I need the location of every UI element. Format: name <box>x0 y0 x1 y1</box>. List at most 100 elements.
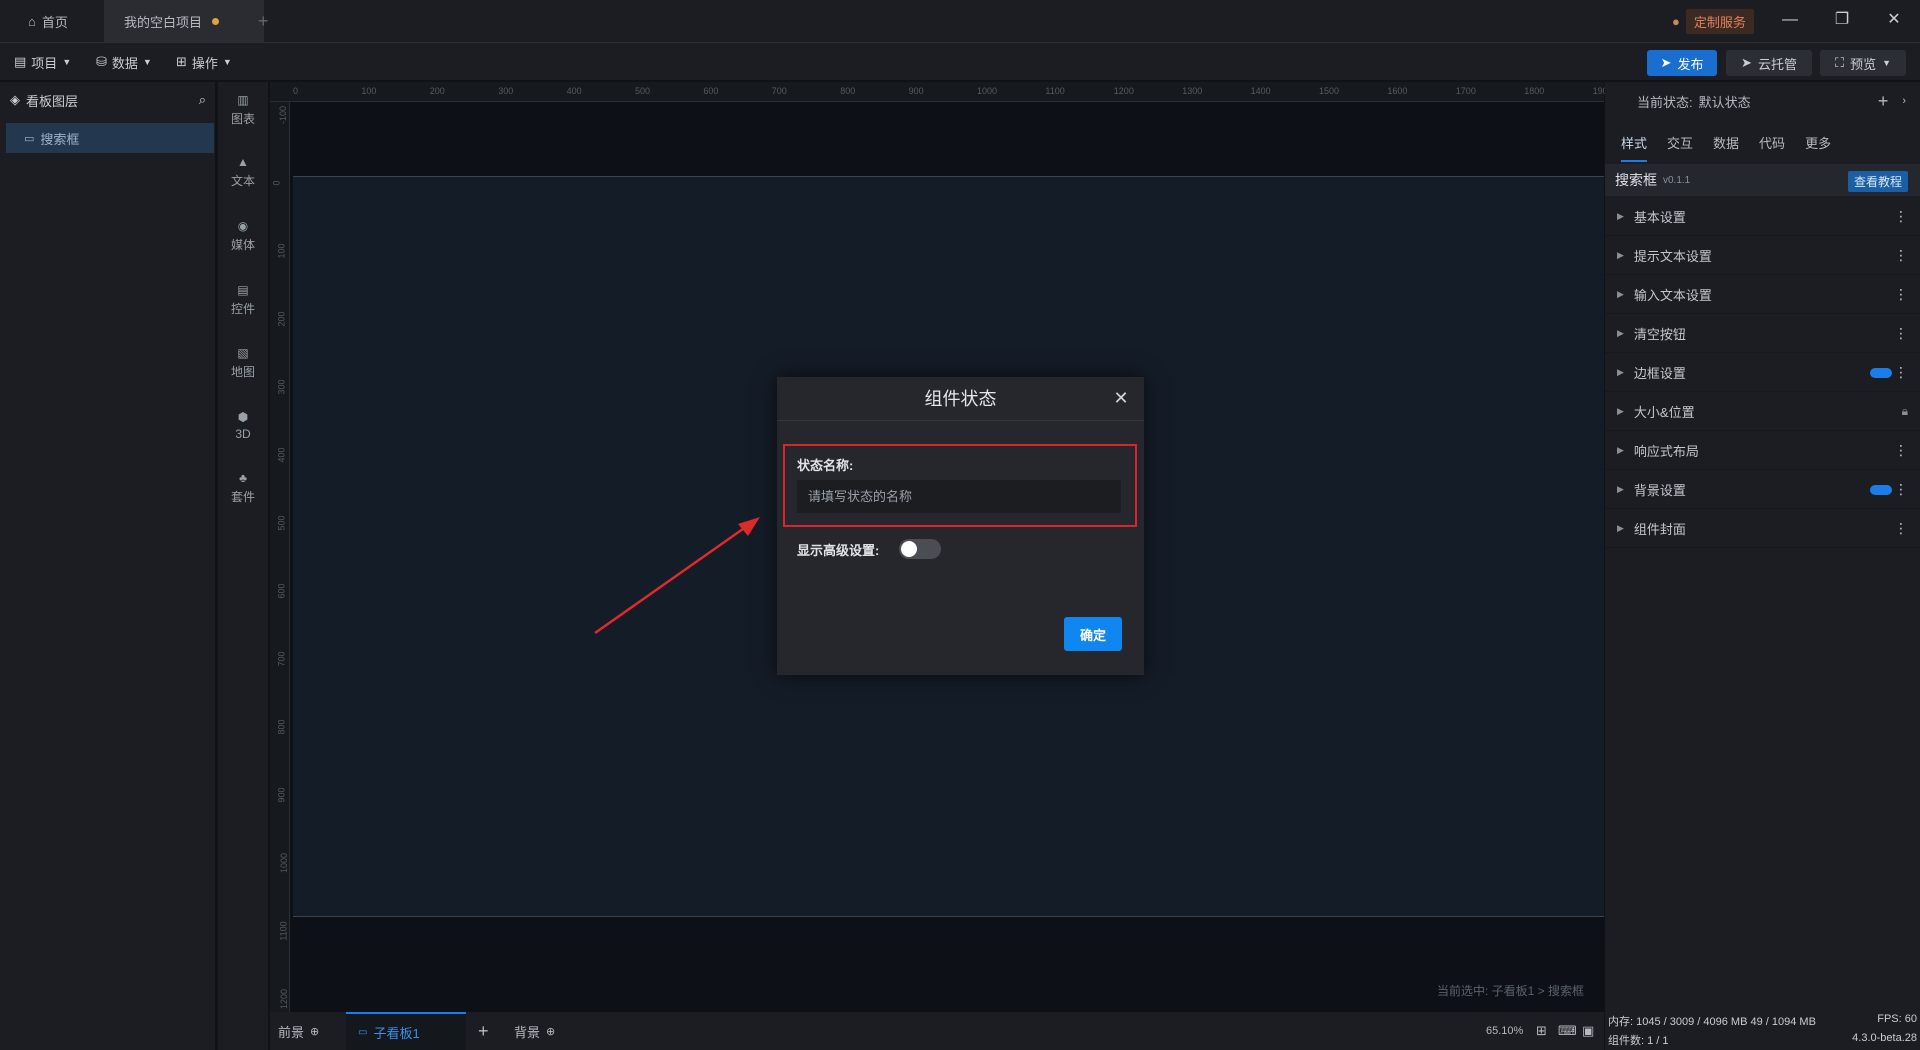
state-value[interactable]: 默认状态 <box>1699 92 1751 111</box>
dialog-title: 组件状态 <box>777 377 1144 421</box>
section-border[interactable]: ▶ 边框设置 ⋮ <box>1605 354 1920 392</box>
caret-right-icon: ▶ <box>1617 328 1624 338</box>
view-tutorial-button[interactable]: 查看教程 <box>1847 171 1908 192</box>
more-vertical-icon[interactable]: ⋮ <box>1894 247 1908 264</box>
service-icon: ● <box>1672 13 1680 29</box>
minimize-icon[interactable]: — <box>1776 8 1804 32</box>
menu-data[interactable]: ⛁ 数据 ▼ <box>96 51 152 73</box>
tab-home-label: 首页 <box>41 14 68 30</box>
lock-icon[interactable]: 🔒︎ <box>1902 404 1908 419</box>
annotation-arrow <box>594 517 760 635</box>
more-vertical-icon[interactable]: ⋮ <box>1894 364 1908 381</box>
section-responsive[interactable]: ▶ 响应式布局 ⋮ <box>1605 432 1920 470</box>
section-size-position[interactable]: ▶ 大小&位置 🔒︎ <box>1605 393 1920 431</box>
ruler-tick: 300 <box>498 86 514 96</box>
ruler-tick: 700 <box>276 651 287 667</box>
ruler-tick: 800 <box>840 86 856 96</box>
ruler-tick: 100 <box>276 243 287 259</box>
more-vertical-icon[interactable]: ⋮ <box>1894 286 1908 303</box>
menu-project-label: 项目 <box>31 55 58 71</box>
ruler-tick: 1600 <box>1387 86 1408 96</box>
layer-item-label: 搜索框 <box>40 131 80 147</box>
section-label: 响应式布局 <box>1633 444 1699 459</box>
ruler-tick: 1000 <box>977 86 998 96</box>
tab-code[interactable]: 代码 <box>1759 133 1785 152</box>
add-board-button[interactable]: + <box>478 1012 489 1050</box>
tab-foreground-label: 前景 <box>278 1024 305 1040</box>
more-vertical-icon[interactable]: ⋮ <box>1894 520 1908 537</box>
section-background[interactable]: ▶ 背景设置 ⋮ <box>1605 471 1920 509</box>
more-vertical-icon[interactable]: ⋮ <box>1894 208 1908 225</box>
zoom-level[interactable]: 65.10% <box>1486 1012 1523 1050</box>
widget-icon: ▤ <box>237 283 249 297</box>
preview-button[interactable]: ⛶ 预览 ▼ <box>1820 50 1906 76</box>
custom-service-label: 定制服务 <box>1685 8 1754 34</box>
tool-text[interactable]: ▲ 文本 <box>218 144 268 200</box>
tab-subboard[interactable]: ▭ 子看板1 <box>346 1012 466 1050</box>
tab-background[interactable]: 背景 ⊕ <box>514 1012 555 1050</box>
cloud-label: 云托管 <box>1757 56 1797 72</box>
keyboard-icon[interactable]: ⌨ <box>1558 1012 1577 1050</box>
ruler-tick: 400 <box>276 447 287 463</box>
caret-right-icon: ▶ <box>1617 406 1624 416</box>
tool-map[interactable]: ▧ 地图 <box>218 335 268 391</box>
close-icon[interactable]: ✕ <box>1110 387 1132 409</box>
state-name-input[interactable] <box>797 480 1121 513</box>
tab-interaction[interactable]: 交互 <box>1667 133 1693 152</box>
custom-service-button[interactable]: ● 定制服务 <box>1672 8 1754 34</box>
tab-more[interactable]: 更多 <box>1805 133 1831 152</box>
tool-text-label: 文本 <box>230 174 255 188</box>
more-vertical-icon[interactable]: ⋮ <box>1894 481 1908 498</box>
ruler-tick: 400 <box>566 86 582 96</box>
layer-item-searchbox[interactable]: ▭ 搜索框 <box>6 123 214 153</box>
border-toggle[interactable] <box>1870 367 1892 378</box>
more-vertical-icon[interactable]: ⋮ <box>1894 442 1908 459</box>
restore-icon[interactable]: ❐ <box>1828 8 1856 32</box>
add-state-icon[interactable]: + <box>1878 91 1889 112</box>
tool-kit-label: 套件 <box>230 490 255 504</box>
background-toggle[interactable] <box>1870 484 1892 495</box>
menu-project[interactable]: ▤ 项目 ▼ <box>14 51 71 73</box>
ruler-tick: 700 <box>771 86 787 96</box>
state-label: 当前状态: <box>1637 94 1693 110</box>
search-icon[interactable]: ⌕ <box>199 92 206 108</box>
ruler-tick: 300 <box>276 379 287 395</box>
section-cover[interactable]: ▶ 组件封面 ⋮ <box>1605 510 1920 548</box>
advanced-settings-toggle[interactable] <box>899 539 941 559</box>
chevron-right-icon[interactable]: › <box>1902 95 1906 107</box>
fit-screen-icon[interactable]: ⊞ <box>1536 1012 1547 1050</box>
section-placeholder-text[interactable]: ▶ 提示文本设置 ⋮ <box>1605 237 1920 275</box>
confirm-button[interactable]: 确定 <box>1064 617 1122 651</box>
send-icon: ➤ <box>1741 55 1752 70</box>
ruler-tick: 600 <box>276 583 287 599</box>
close-icon[interactable]: ✕ <box>1880 8 1908 32</box>
tab-style[interactable]: 样式 <box>1621 133 1648 162</box>
menu-operate[interactable]: ⊞ 操作 ▼ <box>176 51 232 73</box>
menu-data-label: 数据 <box>111 55 138 71</box>
map-icon: ▧ <box>237 346 249 360</box>
layers-icon: ◈ <box>10 92 20 107</box>
tab-data[interactable]: 数据 <box>1713 133 1739 152</box>
add-circle-icon[interactable]: ⊕ <box>310 1025 319 1038</box>
add-tab-button[interactable]: + <box>258 0 278 42</box>
more-vertical-icon[interactable]: ⋮ <box>1894 325 1908 342</box>
component-toolbox: ▥ 图表 ▲ 文本 ◉ 媒体 ▤ 控件 ▧ 地图 ⬢ 3D ♣ 套件 <box>218 82 268 1050</box>
ruler-tick: 1500 <box>1319 86 1340 96</box>
terminal-icon[interactable]: ▣ <box>1582 1012 1594 1050</box>
publish-button[interactable]: ➤ 发布 <box>1647 50 1717 76</box>
cloud-host-button[interactable]: ➤ 云托管 <box>1726 50 1812 76</box>
section-input-text[interactable]: ▶ 输入文本设置 ⋮ <box>1605 276 1920 314</box>
tool-widget[interactable]: ▤ 控件 <box>218 272 268 328</box>
tab-project-label: 我的空白项目 <box>124 14 203 30</box>
tool-kit[interactable]: ♣ 套件 <box>218 460 268 516</box>
tab-home[interactable]: ⌂ 首页 <box>14 0 114 42</box>
tab-project[interactable]: 我的空白项目 <box>104 0 264 42</box>
add-circle-icon[interactable]: ⊕ <box>546 1025 555 1038</box>
tool-chart[interactable]: ▥ 图表 <box>218 82 268 138</box>
horizontal-ruler: 0 100 200 300 400 500 600 700 800 900 1000 1100 1200… <box>270 82 1613 102</box>
section-basic[interactable]: ▶ 基本设置 ⋮ <box>1605 198 1920 236</box>
section-clear-button[interactable]: ▶ 清空按钮 ⋮ <box>1605 315 1920 353</box>
tool-3d[interactable]: ⬢ 3D <box>218 397 268 453</box>
tool-media[interactable]: ◉ 媒体 <box>218 208 268 264</box>
tab-foreground[interactable]: 前景 ⊕ <box>278 1012 319 1050</box>
